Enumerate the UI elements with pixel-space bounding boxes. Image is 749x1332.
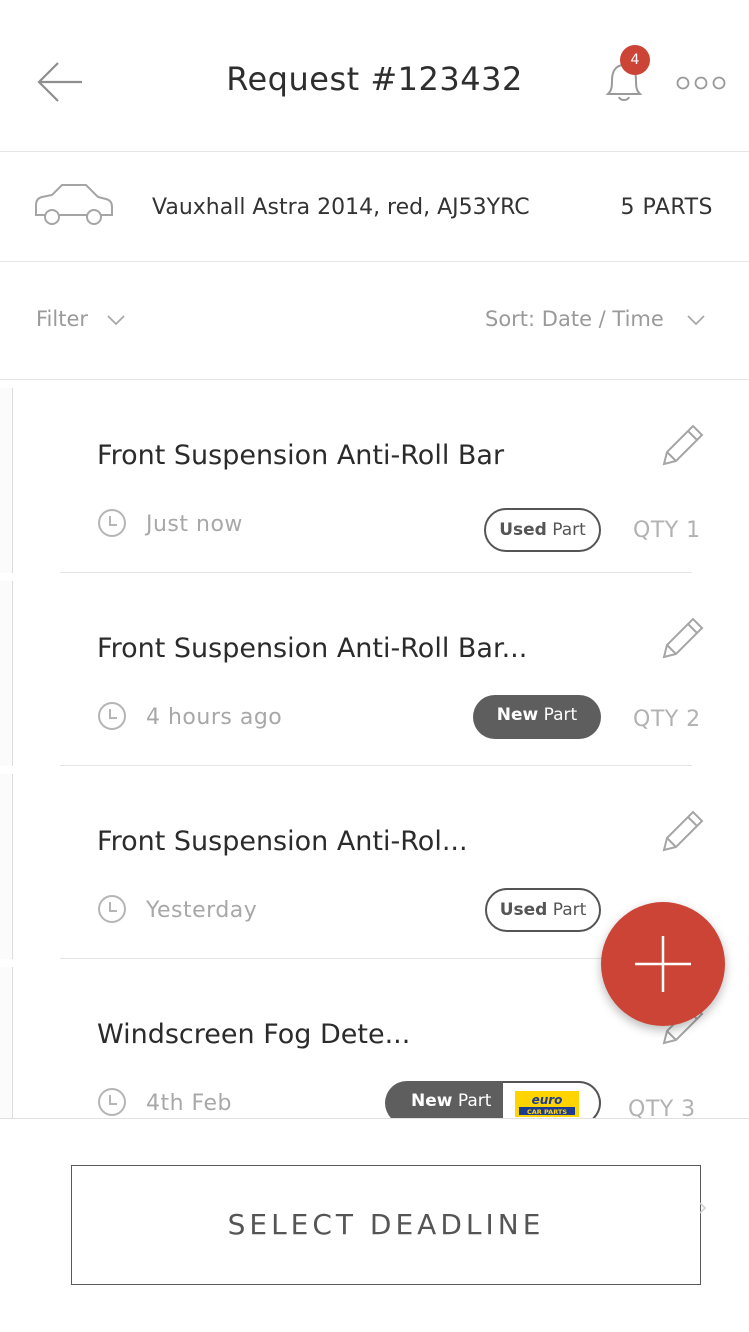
condition-label: Used xyxy=(499,520,547,540)
more-options-icon[interactable] xyxy=(676,74,726,92)
condition-badge: Used Part xyxy=(484,508,601,552)
svg-text:euro: euro xyxy=(532,1093,563,1107)
condition-suffix: Part xyxy=(552,900,587,920)
pencil-icon[interactable] xyxy=(660,808,706,854)
footer: SELECT DEADLINE xyxy=(0,1118,749,1332)
condition-badge: New Part euro CAR PARTS xyxy=(385,1081,601,1118)
part-quantity: QTY 3 xyxy=(628,1097,696,1118)
swipe-edge xyxy=(0,774,13,959)
plus-icon xyxy=(635,936,691,992)
condition-suffix: Part xyxy=(552,520,586,540)
part-timestamp: 4th Feb xyxy=(146,1091,233,1116)
chevron-right-icon xyxy=(699,1202,707,1214)
swipe-edge xyxy=(0,581,13,766)
svg-text:CAR PARTS: CAR PARTS xyxy=(527,1108,567,1116)
swipe-edge xyxy=(0,388,13,573)
clock-icon xyxy=(98,702,126,730)
notification-badge: 4 xyxy=(620,45,650,75)
list-item[interactable]: Front Suspension Anti-Roll Bar... 4 hour… xyxy=(0,573,749,766)
filter-sort-bar: Filter Sort: Date / Time xyxy=(0,261,749,380)
vehicle-summary: Vauxhall Astra 2014, red, AJ53YRC 5 PART… xyxy=(0,151,749,262)
part-quantity: QTY 1 xyxy=(633,518,701,543)
parts-count: 5 PARTS xyxy=(620,195,713,220)
filter-dropdown[interactable]: Filter xyxy=(36,307,88,331)
chevron-down-icon[interactable] xyxy=(106,313,126,327)
condition-badge: New Part xyxy=(473,695,601,739)
swipe-edge xyxy=(0,967,13,1118)
sort-dropdown[interactable]: Sort: Date / Time xyxy=(485,307,664,331)
clock-icon xyxy=(98,509,126,537)
pencil-icon[interactable] xyxy=(660,422,706,468)
part-name: Front Suspension Anti-Roll Bar... xyxy=(97,633,528,664)
part-name: Windscreen Fog Dete... xyxy=(97,1019,411,1050)
chevron-down-icon[interactable] xyxy=(686,313,706,327)
condition-label: New xyxy=(496,705,539,725)
euro-car-parts-logo: euro CAR PARTS xyxy=(515,1091,579,1117)
app-header: Request #123432 4 xyxy=(0,0,749,152)
list-item[interactable]: Front Suspension Anti-Roll Bar Just now … xyxy=(0,380,749,573)
select-deadline-button[interactable]: SELECT DEADLINE xyxy=(71,1165,701,1285)
condition-suffix: Part xyxy=(457,1091,492,1111)
part-name: Front Suspension Anti-Roll Bar xyxy=(97,440,505,471)
condition-label: Used xyxy=(499,900,548,920)
pencil-icon[interactable] xyxy=(660,615,706,661)
add-part-button[interactable] xyxy=(601,902,725,1026)
clock-icon xyxy=(98,895,126,923)
condition-label: New xyxy=(411,1091,453,1111)
part-timestamp: 4 hours ago xyxy=(146,705,283,730)
part-timestamp: Just now xyxy=(146,512,243,537)
supplier-logo-container: euro CAR PARTS xyxy=(503,1081,601,1118)
part-timestamp: Yesterday xyxy=(146,898,258,923)
part-name: Front Suspension Anti-Rol... xyxy=(97,826,468,857)
vehicle-description: Vauxhall Astra 2014, red, AJ53YRC xyxy=(152,195,530,220)
condition-suffix: Part xyxy=(543,705,578,725)
clock-icon xyxy=(98,1088,126,1116)
part-quantity: QTY 2 xyxy=(633,707,701,732)
condition-badge: Used Part xyxy=(485,888,601,932)
car-icon xyxy=(35,184,113,225)
